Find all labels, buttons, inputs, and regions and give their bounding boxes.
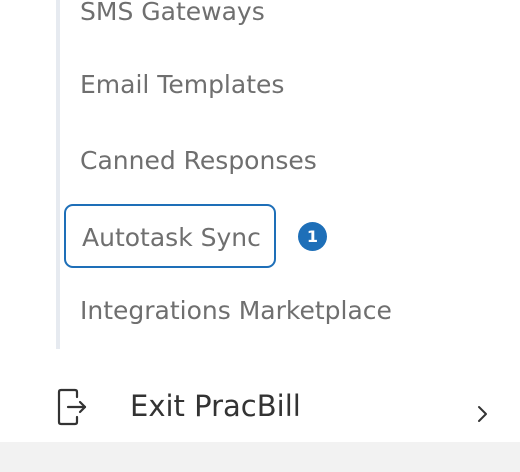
submenu-item-sms-gateways[interactable]: SMS Gateways <box>80 0 265 24</box>
submenu-item-autotask-sync[interactable]: Autotask Sync <box>64 204 276 268</box>
footer-band <box>0 442 520 472</box>
settings-submenu: SMS Gateways Email Templates Canned Resp… <box>56 0 520 349</box>
chevron-right-icon <box>478 406 487 422</box>
exit-app-row[interactable]: Exit PracBill <box>0 370 520 442</box>
submenu-rail <box>56 0 60 349</box>
notification-badge: 1 <box>298 222 327 251</box>
submenu-item-canned-responses[interactable]: Canned Responses <box>80 148 317 173</box>
submenu-item-label: Autotask Sync <box>82 223 261 252</box>
submenu-item-email-templates[interactable]: Email Templates <box>80 72 284 97</box>
submenu-item-integrations-marketplace[interactable]: Integrations Marketplace <box>80 298 392 323</box>
exit-label: Exit PracBill <box>130 389 301 423</box>
logout-icon <box>57 388 87 426</box>
